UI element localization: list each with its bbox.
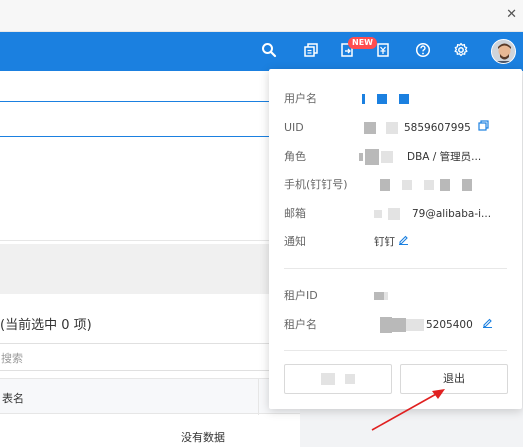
column-header-table-name[interactable]: 表名 [2,390,24,406]
phone-row: 手机(钉钉号) [284,177,472,193]
notify-label: 通知 [284,235,306,248]
uid-label: UID [284,121,304,134]
gear-icon[interactable] [451,40,471,60]
avatar[interactable] [491,39,516,64]
top-strip: ✕ [0,0,523,32]
user-profile-dropdown: 用户名 UID 5859607995 角色 DBA / 管理员... 手机(钉钉… [269,69,522,409]
help-icon[interactable] [413,40,433,60]
tenant-id-label: 租户ID [284,289,318,302]
notify-value-wrap: 钉钉 [374,234,409,250]
selection-count: (当前选中 0 项) [0,318,92,333]
email-label: 邮箱 [284,207,306,220]
username-value-redacted [362,91,409,107]
search-placeholder: 搜索 [1,352,23,365]
email-value: 79@alibaba-i... [412,208,492,220]
search-icon[interactable] [259,40,279,60]
email-row: 邮箱 79@alibaba-i... [284,206,491,222]
tenant-name-value: 5205400 [426,319,473,331]
notify-row: 通知 钉钉 [284,234,409,250]
tenant-id-row: 租户ID [284,288,388,304]
notify-value: 钉钉 [374,236,395,248]
tenant-id-value-redacted [374,288,388,304]
focused-input[interactable] [0,101,270,137]
divider [0,240,300,241]
username-row: 用户名 [284,91,409,107]
section-divider [284,268,507,269]
role-row: 角色 DBA / 管理员... [284,149,481,165]
uid-value-wrap: 5859607995 [364,120,489,136]
tenant-name-row: 租户名 5205400 [284,317,493,333]
section-divider [284,350,507,351]
username-label: 用户名 [284,92,317,105]
tenant-name-value-wrap: 5205400 [380,317,493,333]
edit-tenant-icon[interactable] [482,317,493,333]
uid-value: 5859607995 [404,122,471,134]
email-value-wrap: 79@alibaba-i... [374,206,491,222]
role-value: DBA / 管理员... [407,151,482,163]
copy-icon[interactable] [301,40,321,60]
copy-uid-icon[interactable] [478,120,489,136]
table-header: 表名 [0,378,300,415]
toolbar-band [0,244,300,294]
close-icon[interactable]: ✕ [506,7,517,22]
phone-value-redacted [380,177,472,193]
phone-label: 手机(钉钉号) [284,178,348,191]
redacted-button[interactable] [284,364,392,394]
tenant-name-label: 租户名 [284,318,317,331]
column-separator [258,379,259,415]
uid-row: UID 5859607995 [284,120,489,136]
role-label: 角色 [284,150,306,163]
edit-notify-icon[interactable] [398,234,409,250]
logout-button[interactable]: 退出 [400,364,508,394]
table-search-input[interactable]: 搜索 [0,343,298,371]
role-value-wrap: DBA / 管理员... [359,149,481,165]
empty-state-text: 没有数据 [181,431,225,444]
bill-icon[interactable] [373,40,393,60]
